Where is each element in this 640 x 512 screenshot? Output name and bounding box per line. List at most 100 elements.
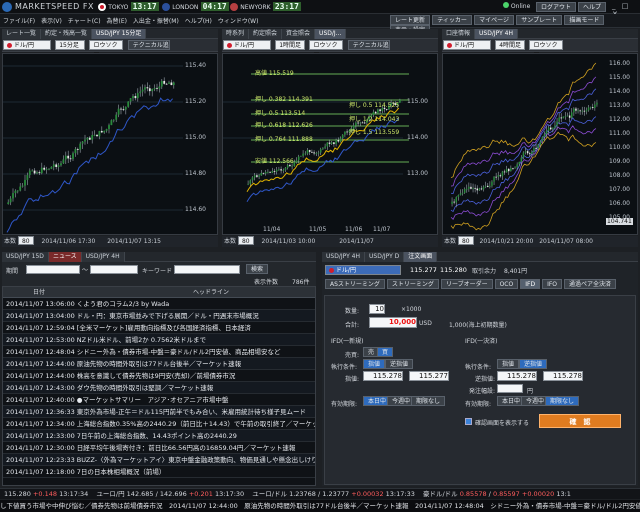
order-symbol-select[interactable]: ドル/円 — [325, 265, 401, 275]
chart2-symbol-select[interactable]: ドル/円 — [223, 40, 271, 50]
news-row[interactable]: 2014/11/07 12:59:04 [全米マーケット]雇用動向指標及び各国経… — [3, 322, 315, 334]
tab-usdjpy-15m[interactable]: USD/JPY 15分足 — [92, 29, 147, 39]
menu-chart[interactable]: チャート(C) — [68, 18, 101, 25]
candle — [550, 127, 552, 130]
sample-rate-button[interactable]: サンプレート — [516, 15, 563, 25]
tab-exec-query[interactable]: 約定照会 — [249, 29, 283, 39]
slip-input[interactable] — [497, 384, 523, 393]
chart1-zoom-select[interactable]: 80 — [17, 236, 34, 245]
chart1-period-select[interactable]: 15分足 — [55, 40, 86, 50]
exec-stop-button[interactable]: 逆指値 — [385, 359, 414, 369]
stop-input[interactable]: 115.278 — [497, 371, 537, 381]
order-tab-streaming[interactable]: ストリーミング — [386, 279, 439, 289]
chart1-canvas[interactable]: 115.40 115.20 115.00 114.80 114.60 — [2, 53, 218, 235]
side-buy-button[interactable]: 買 — [377, 347, 394, 357]
exec-limit-button[interactable]: 指値 — [363, 359, 386, 369]
chart3-period-select[interactable]: 4時間足 — [495, 40, 526, 50]
logout-button[interactable]: ログアウト — [536, 2, 577, 12]
tab-funds-query[interactable]: 資金照会 — [282, 29, 316, 39]
chart2-add-tech-button[interactable]: テクニカル追加 — [347, 40, 390, 50]
news-row[interactable]: 2014/11/07 12:44:00 株高を意識して債券先物は9円安(売却)／… — [3, 370, 315, 382]
news-row[interactable]: 2014/11/07 12:40:00 ●マーケットサマリー アジア･オセアニア… — [3, 394, 315, 406]
ticker-button[interactable]: ティッカー — [432, 15, 472, 25]
tab-timeseries[interactable]: 時系列 — [222, 29, 250, 39]
help-button[interactable]: ヘルプ — [578, 2, 607, 12]
tab-news[interactable]: ニュース — [48, 252, 82, 262]
price-input[interactable]: 115.278 — [363, 371, 403, 381]
news-row[interactable]: 2014/11/07 12:48:04 シドニー外為・債券市場-中盤＝豪ドル/ド… — [3, 346, 315, 358]
draw-mode-button[interactable]: 描画モード — [564, 15, 605, 25]
period-from-input[interactable] — [26, 265, 80, 274]
order-tab-oco[interactable]: OCO — [494, 279, 519, 289]
chart2-zoom-select[interactable]: 80 — [237, 236, 254, 245]
chart1-symbol-select[interactable]: ドル/円 — [3, 40, 51, 50]
confirm-button[interactable]: 確 認 — [539, 414, 621, 428]
chart3-type-select[interactable]: ロウソク足 — [529, 40, 564, 59]
tab-usdjpy-1h[interactable]: USD/J... — [315, 29, 347, 39]
candle — [282, 170, 285, 171]
keyword-input[interactable] — [174, 265, 240, 274]
candle — [482, 186, 485, 190]
candle — [156, 87, 158, 89]
news-row[interactable]: 2014/11/07 12:43:00 ダウ先物の時間外取引は堅調／マーケット速… — [3, 382, 315, 394]
tab-usdjpy-4h-b[interactable]: USD/JPY 4H — [81, 252, 125, 262]
chart3-canvas[interactable]: 116.00 115.00 114.00 113.00 112.00 111.00 110.… — [442, 53, 638, 235]
order-tab-leave[interactable]: リーブオーダー — [440, 279, 493, 289]
candle — [151, 89, 154, 92]
chart3-symbol-select[interactable]: ドル/円 — [443, 40, 491, 50]
order-tab-ifo[interactable]: IFO — [542, 279, 563, 289]
period-to-input[interactable] — [90, 265, 138, 274]
chart2-period-select[interactable]: 1時間足 — [275, 40, 306, 50]
window-controls-icon[interactable]: _ □ ✕ — [612, 2, 637, 18]
tab-order-screen[interactable]: 注文画面 — [404, 252, 438, 262]
confirm-checkbox[interactable] — [465, 418, 472, 425]
tab-usdjpy-15d[interactable]: USD/JPY 15D — [2, 252, 49, 262]
news-search-button[interactable]: 検索 — [246, 264, 269, 274]
rate-refresh-button[interactable]: レート更新 — [390, 15, 431, 25]
candle — [115, 114, 118, 120]
news-row[interactable]: 2014/11/07 12:23:33 BUZZ-〈外為マーケットアイ〉東京中盤… — [3, 454, 315, 466]
chart2-canvas[interactable]: 高値 115.519 押し 0.382 114.391 押し 0.5 113.5… — [222, 53, 438, 235]
tab-usdjpy-4h-c[interactable]: USD/JPY 4H — [322, 252, 365, 262]
order-tab-close-all[interactable]: 通過ペア全決済 — [564, 279, 617, 289]
chart1-type-select[interactable]: ロウソク足 — [89, 40, 124, 59]
news-list[interactable]: 日付 ヘッドライン 2014/11/07 13:06:00 くよう君のコラム2/… — [2, 286, 316, 486]
news-row[interactable]: 2014/11/07 13:04:00 ドル・円：東京市場並みで下げる展開／ドル… — [3, 310, 315, 322]
menu-file[interactable]: ファイル(F) — [3, 18, 35, 25]
col-date: 日付 — [33, 289, 46, 296]
menu-view[interactable]: 表示(V) — [41, 18, 62, 25]
news-row[interactable]: 2014/11/07 12:36:33 東京外為市場-正午＝ドル115円前半でも… — [3, 406, 315, 418]
menu-fx[interactable]: 為替(E) — [107, 18, 127, 25]
news-row[interactable]: 2014/11/07 13:06:00 くよう君のコラム2/3 by Wada — [3, 298, 315, 310]
mypage-button[interactable]: マイページ — [474, 15, 515, 25]
news-row[interactable]: 2014/11/07 12:34:00 上海総合指数0.35%高の2440.29… — [3, 418, 315, 430]
valid-none-button[interactable]: 期限なし — [411, 396, 446, 406]
tab-account-info[interactable]: 口座情報 — [442, 29, 476, 39]
news-row[interactable]: 2014/11/07 12:53:00 NZドル米ドル、前場2か 0.7562米… — [3, 334, 315, 346]
menu-help[interactable]: ヘルプ(H) — [185, 18, 212, 25]
order-tab-as-streaming[interactable]: ASストリーミング — [325, 279, 385, 289]
chart1-add-tech-button[interactable]: テクニカル追加 — [127, 40, 170, 50]
menu-window[interactable]: ウィンドウ(W) — [218, 18, 259, 25]
news-row[interactable]: 2014/11/07 12:44:00 原油先物の時間外取引は77ドル台後半／マ… — [3, 358, 315, 370]
exec-limit-button-2[interactable]: 指値 — [497, 359, 520, 369]
ifd-form: 数量: 10 ×1000 合計: 10,000 USD 1,000(海上初期数量… — [324, 295, 636, 485]
candle — [505, 168, 508, 173]
order-tab-ifd[interactable]: IFD — [520, 279, 541, 289]
chart2-type-select[interactable]: ロウソク足 — [309, 40, 344, 59]
stop-label: 逆指値: — [475, 376, 496, 383]
chart3-zoom-select[interactable]: 80 — [457, 236, 474, 245]
tab-usdjpy-4h[interactable]: USD/JPY 4H — [475, 29, 519, 39]
news-row[interactable]: 2014/11/07 12:30:00 日経平均午後場寄付き：前日比66.56円… — [3, 442, 315, 454]
tab-rate-list[interactable]: レート一覧 — [2, 29, 42, 39]
news-row[interactable]: 2014/11/07 12:18:00 7日の日本株相場概況（前場） — [3, 466, 315, 478]
candle — [76, 149, 79, 150]
tab-positions[interactable]: 約定・残高一覧 — [41, 29, 93, 39]
news-row[interactable]: 2014/11/07 12:33:00 7日午前の上海総合指数、14.43ポイン… — [3, 430, 315, 442]
valid-none-button-2[interactable]: 期限なし — [545, 396, 580, 406]
tab-usdjpy-d[interactable]: USD/JPY D — [365, 252, 405, 262]
menu-funds[interactable]: 入出金・振替(M) — [133, 18, 179, 25]
exec-stop-button-2[interactable]: 逆指値 — [519, 359, 548, 369]
qty-input[interactable]: 10 — [369, 304, 385, 314]
candle — [339, 138, 342, 142]
